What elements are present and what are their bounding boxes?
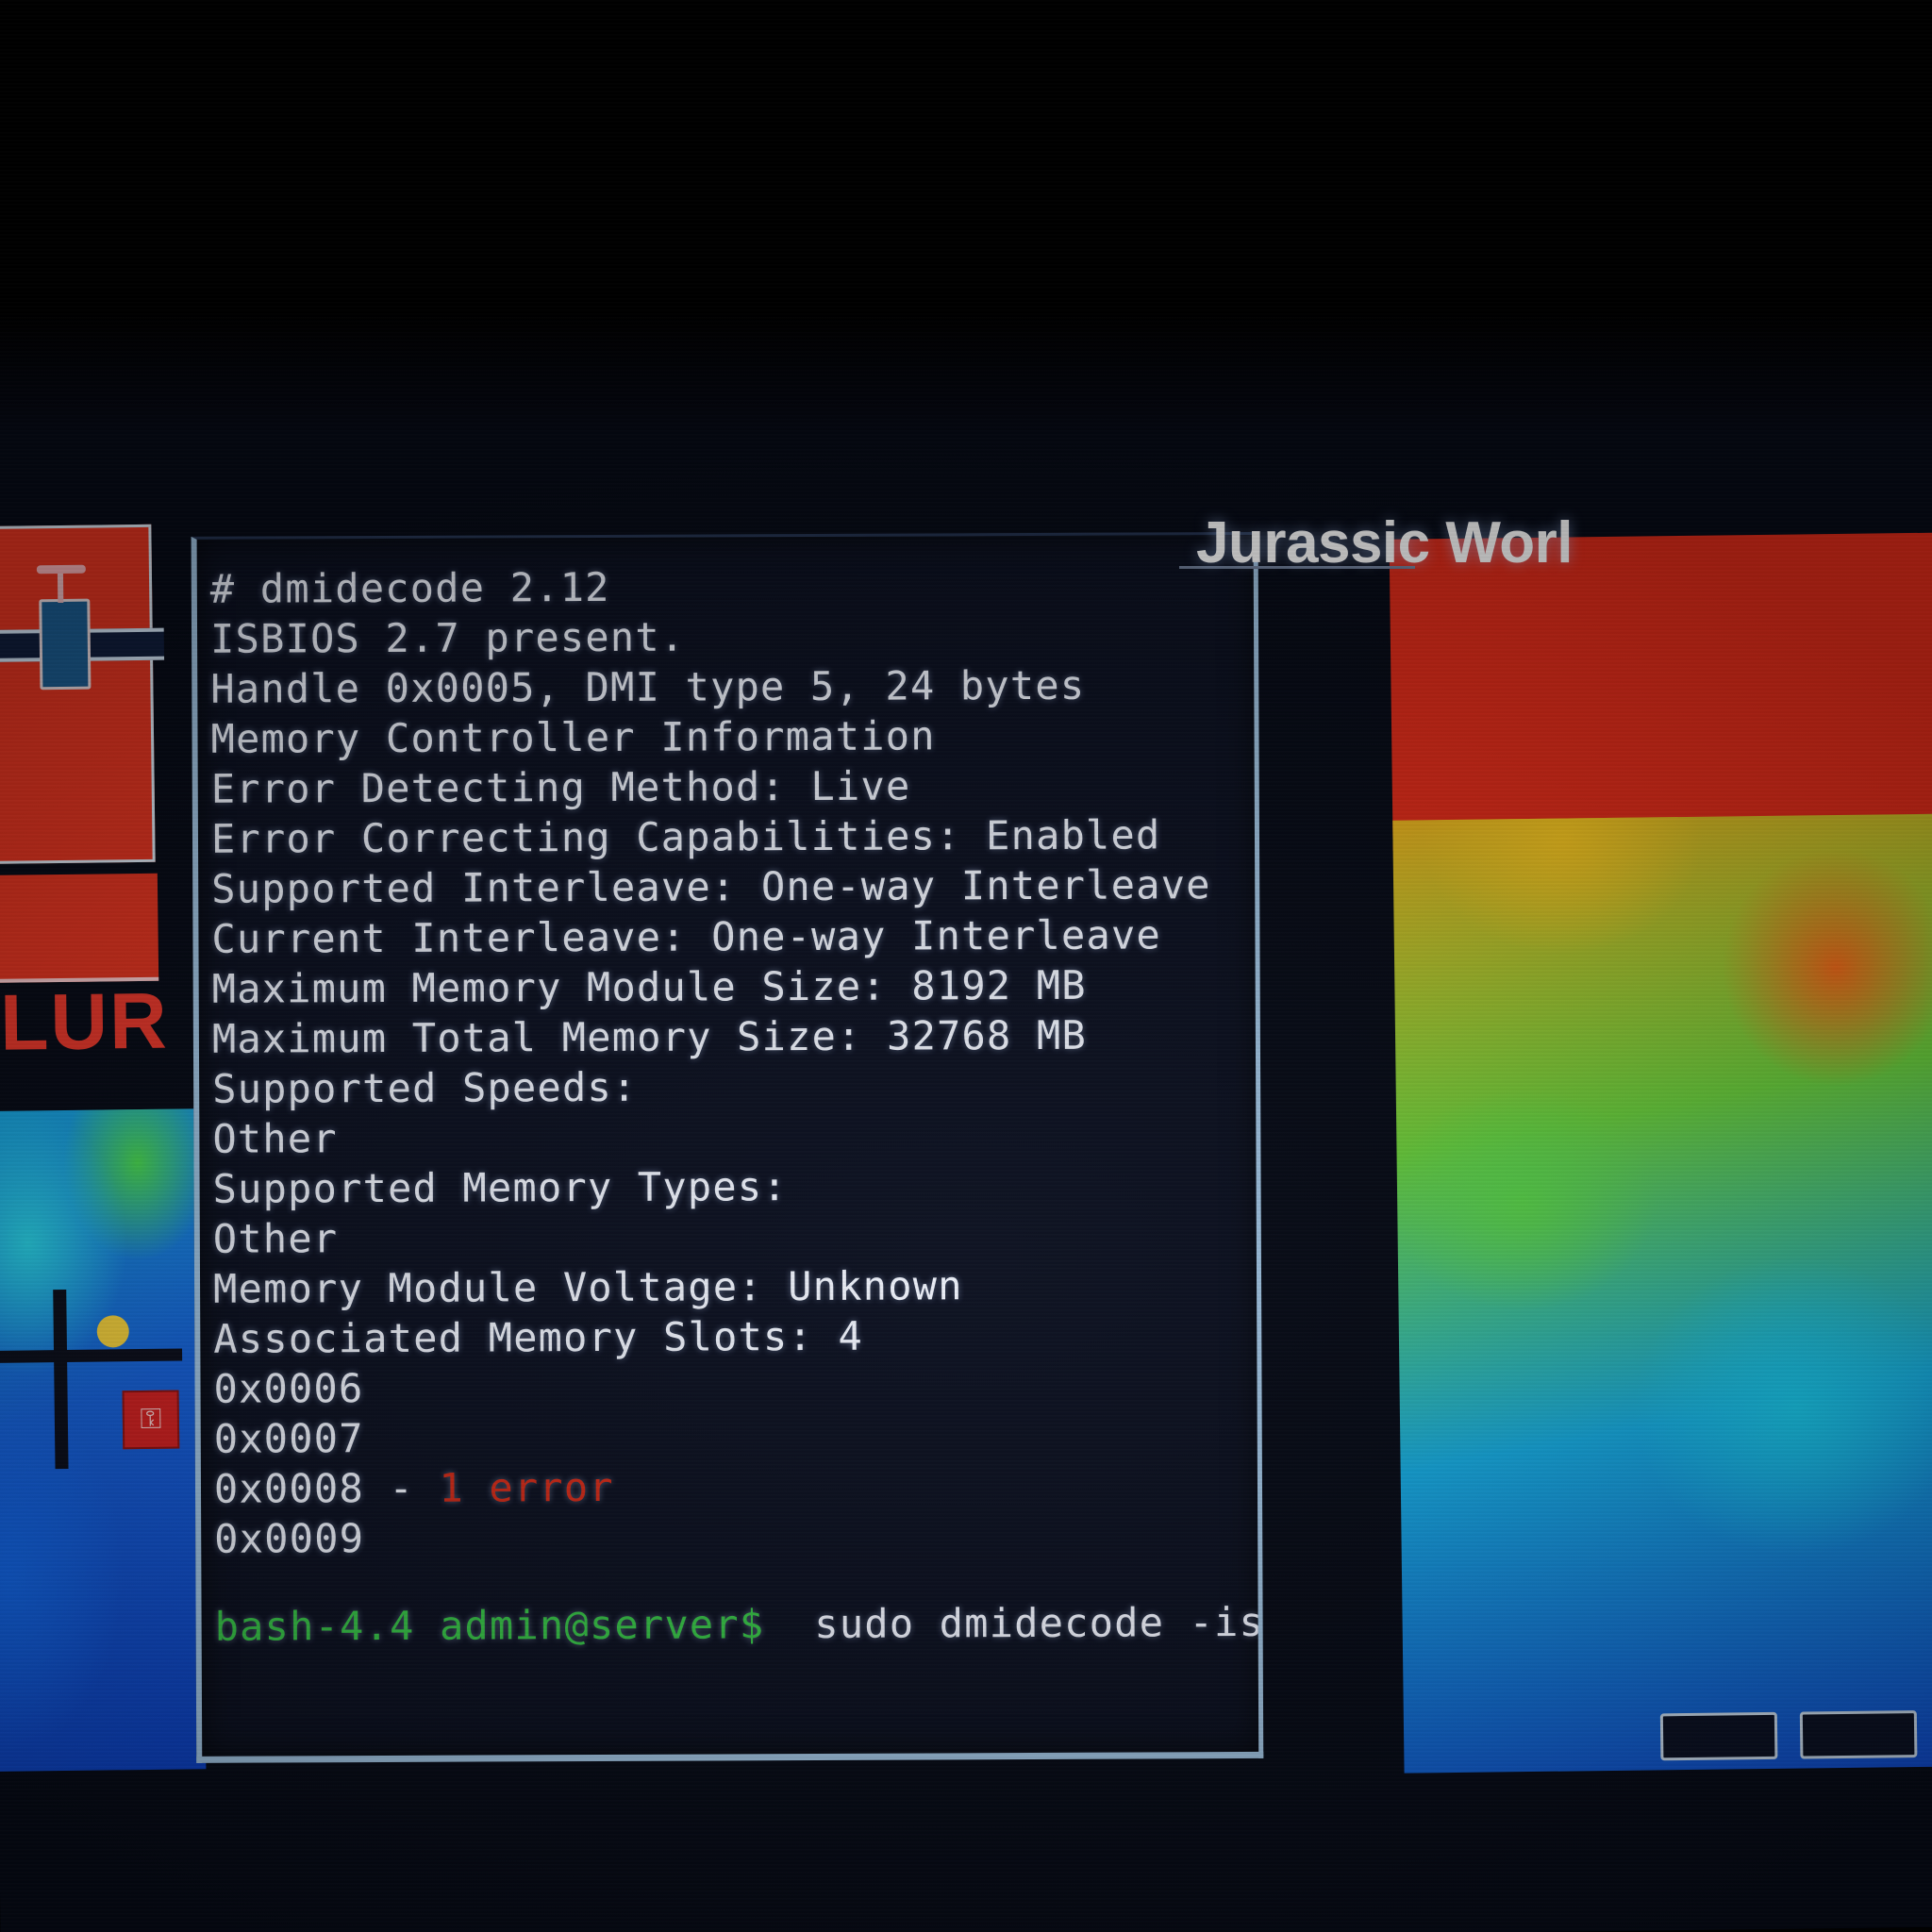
terminal-line: Maximum Total Memory Size: 32768 MB [211,1011,1088,1062]
pipe-vertical-left [53,1289,69,1470]
left-red-panel-lower [0,873,159,983]
terminal-line: Current Interleave: One-way Interleave [211,911,1162,962]
right-button-2[interactable] [1799,1710,1918,1759]
terminal-line: # dmidecode 2.12 [209,563,610,612]
terminal-output: # dmidecode 2.12 ISBIOS 2.7 present. Han… [197,535,1264,1757]
terminal-error-line: 0x0008 - 1 error [214,1459,1257,1514]
terminal-line: Memory Module Voltage: Unknown [212,1262,963,1312]
terminal-line: ISBIOS 2.7 present. [209,613,686,662]
shell-command: sudo dmidecode -iso [814,1598,1264,1648]
terminal-line: Supported Interleave: One-way Interleave [211,861,1211,912]
prompt-gap [764,1601,814,1647]
thermal-map-right [1392,813,1932,1774]
monitor-screen: ILUR ⚿ # dmidecode 2.12 ISBIOS 2.7 prese… [0,323,1932,1932]
pipe-horizontal-left [0,1348,183,1363]
shell-prompt: bash-4.4 admin@server$ [214,1601,765,1650]
terminal-line: Supported Speeds: [212,1063,638,1112]
terminal-line: Supported Memory Types: [212,1163,788,1212]
lock-button[interactable]: ⚿ [122,1390,180,1450]
terminal-line: Other [212,1115,338,1162]
valve-stem-icon [57,570,64,604]
error-separator [364,1465,390,1511]
terminal-line: Handle 0x0005, DMI type 5, 24 bytes [210,661,1086,712]
terminal-line: 0x0006 [213,1365,364,1412]
terminal-prompt-line[interactable]: bash-4.4 admin@server$ sudo dmidecode -i… [214,1597,1264,1652]
lock-icon: ⚿ [140,1403,162,1436]
terminal-line: Other [212,1215,339,1262]
terminal-line: Associated Memory Slots: 4 [213,1312,864,1362]
error-message: 1 error [439,1463,614,1511]
overlay-title: Jurassic Worl [1196,510,1573,575]
valve-icon [39,598,92,691]
terminal-line: Memory Controller Information [210,712,936,762]
right-button-1[interactable] [1659,1711,1778,1761]
terminal-window[interactable]: # dmidecode 2.12 ISBIOS 2.7 present. Han… [191,531,1264,1763]
photo-dark-top-fade [0,311,1932,434]
error-dash: - [389,1464,415,1511]
terminal-line: Error Detecting Method: Live [210,762,911,812]
screenshot-root: ILUR ⚿ # dmidecode 2.12 ISBIOS 2.7 prese… [0,0,1932,1932]
error-handle: 0x0008 [213,1465,365,1512]
error-gap [414,1465,440,1511]
failure-label: ILUR [0,975,170,1068]
terminal-line: 0x0007 [213,1415,364,1462]
valve-cap-icon [36,564,86,575]
right-red-panel [1389,532,1932,851]
terminal-line: Error Correcting Capabilities: Enabled [210,811,1161,862]
terminal-line: 0x0009 [214,1515,365,1562]
terminal-line: Maximum Memory Module Size: 8192 MB [211,961,1087,1012]
left-red-panel [0,524,156,864]
